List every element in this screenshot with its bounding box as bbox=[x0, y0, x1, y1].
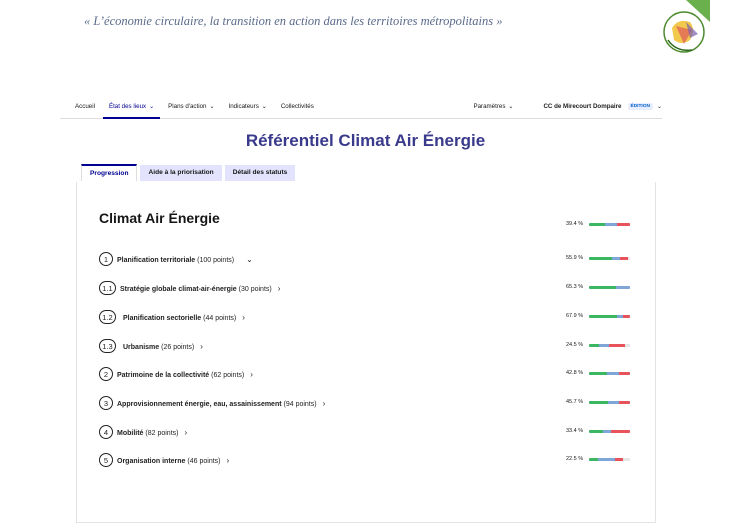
axis-label: Patrimoine de la collectivité bbox=[117, 372, 210, 379]
axis-label: Approvisionnement énergie, eau, assainis… bbox=[117, 401, 282, 408]
progress-bar bbox=[589, 344, 630, 347]
progression-card: Climat Air Énergie 39.4 % 1 Planificatio… bbox=[76, 182, 656, 523]
axis-label: Stratégie globale climat-air-énergie bbox=[120, 286, 237, 293]
axis-number: 4 bbox=[99, 425, 113, 439]
axis-number: 1 bbox=[99, 252, 113, 266]
list-item[interactable]: 2 Patrimoine de la collectivité (62 poin… bbox=[99, 367, 639, 383]
list-item[interactable]: 1.3 Urbanisme (26 points) › 24.5 % bbox=[99, 339, 639, 355]
progress-bar bbox=[589, 257, 630, 260]
axis-number: 1.2 bbox=[99, 310, 116, 324]
axis-number: 1.1 bbox=[99, 281, 116, 295]
list-item[interactable]: 1 Planification territoriale (100 points… bbox=[99, 252, 639, 268]
nav-parametres-label: Paramètres bbox=[473, 103, 506, 110]
progress-bar bbox=[589, 430, 630, 433]
axis-points: (44 points) bbox=[203, 315, 237, 322]
tab-detail-statuts[interactable]: Détail des statuts bbox=[224, 165, 296, 181]
event-quote: « L’économie circulaire, la transition e… bbox=[84, 14, 503, 28]
chevron-down-icon: ⌄ bbox=[261, 104, 267, 110]
axis-points: (82 points) bbox=[145, 430, 179, 437]
chevron-right-icon[interactable]: › bbox=[278, 284, 281, 293]
axis-label: Urbanisme bbox=[123, 344, 160, 351]
chevron-down-icon[interactable]: ⌄ bbox=[246, 255, 253, 264]
axis-points: (62 points) bbox=[211, 372, 245, 379]
axis-points: (30 points) bbox=[238, 286, 272, 293]
chevron-right-icon[interactable]: › bbox=[250, 370, 253, 379]
top-navigation: Accueil État des lieux ⌄ Plans d'action ⌄ … bbox=[60, 96, 662, 119]
chevron-right-icon[interactable]: › bbox=[323, 399, 326, 408]
progress-bar bbox=[589, 458, 630, 461]
axis-number: 2 bbox=[99, 367, 113, 381]
progress-bar bbox=[589, 401, 630, 404]
list-item[interactable]: 1.2 Planification sectorielle (44 points… bbox=[99, 310, 639, 326]
chevron-down-icon: ⌄ bbox=[508, 104, 514, 110]
list-item[interactable]: 3 Approvisionnement énergie, eau, assain… bbox=[99, 396, 639, 412]
chevron-down-icon: ⌄ bbox=[209, 104, 215, 110]
tab-bar: Progression Aide à la priorisation Détai… bbox=[81, 164, 298, 181]
tab-progression[interactable]: Progression bbox=[81, 164, 138, 181]
axis-label: Organisation interne bbox=[117, 458, 186, 465]
list-item[interactable]: 4 Mobilité (82 points) › 33.4 % bbox=[99, 425, 639, 441]
progress-bar bbox=[589, 372, 630, 375]
nav-parametres[interactable]: Paramètres ⌄ bbox=[473, 103, 513, 110]
chevron-down-icon: ⌄ bbox=[149, 104, 155, 110]
progress-bar bbox=[589, 286, 630, 289]
nav-accueil[interactable]: Accueil bbox=[75, 103, 95, 110]
nav-plans-action[interactable]: Plans d'action ⌄ bbox=[168, 103, 214, 110]
nav-etat-des-lieux[interactable]: État des lieux ⌄ bbox=[102, 103, 161, 119]
chevron-right-icon[interactable]: › bbox=[184, 428, 187, 437]
nav-indicateurs[interactable]: Indicateurs ⌄ bbox=[229, 103, 267, 110]
chevron-right-icon[interactable]: › bbox=[200, 342, 203, 351]
axis-label: Planification sectorielle bbox=[123, 315, 202, 322]
axis-points: (26 points) bbox=[161, 344, 195, 351]
list-item[interactable]: 1.1 Stratégie globale climat-air-énergie… bbox=[99, 281, 639, 297]
total-progress: 39.4 % bbox=[99, 218, 639, 234]
chevron-down-icon[interactable]: ⌄ bbox=[657, 103, 662, 110]
axis-label: Mobilité bbox=[117, 430, 144, 437]
nav-etat-label: État des lieux bbox=[108, 103, 147, 110]
progress-bar bbox=[589, 223, 630, 226]
nav-collectivites[interactable]: Collectivités bbox=[281, 103, 314, 110]
axis-number: 5 bbox=[99, 453, 113, 467]
axis-number: 1.3 bbox=[99, 339, 116, 353]
mercredis-geographie-logo bbox=[663, 0, 710, 53]
collectivite-selector[interactable]: CC de Mirecourt Dompaire bbox=[543, 103, 621, 110]
tab-aide-priorisation[interactable]: Aide à la priorisation bbox=[140, 165, 222, 181]
nav-indicateurs-label: Indicateurs bbox=[228, 103, 259, 110]
axis-points: (100 points) bbox=[197, 257, 235, 264]
axis-points: (46 points) bbox=[187, 458, 221, 465]
page-title: Référentiel Climat Air Énergie bbox=[245, 131, 486, 150]
nav-plans-label: Plans d'action bbox=[168, 103, 207, 110]
progress-bar bbox=[589, 315, 630, 318]
chevron-right-icon[interactable]: › bbox=[242, 313, 245, 322]
edition-badge: ÉDITION bbox=[627, 103, 653, 110]
chevron-right-icon[interactable]: › bbox=[227, 456, 230, 465]
axis-label: Planification territoriale bbox=[117, 257, 196, 264]
axis-number: 3 bbox=[99, 396, 113, 410]
axis-points: (94 points) bbox=[283, 401, 317, 408]
list-item[interactable]: 5 Organisation interne (46 points) › 22.5… bbox=[99, 453, 639, 469]
